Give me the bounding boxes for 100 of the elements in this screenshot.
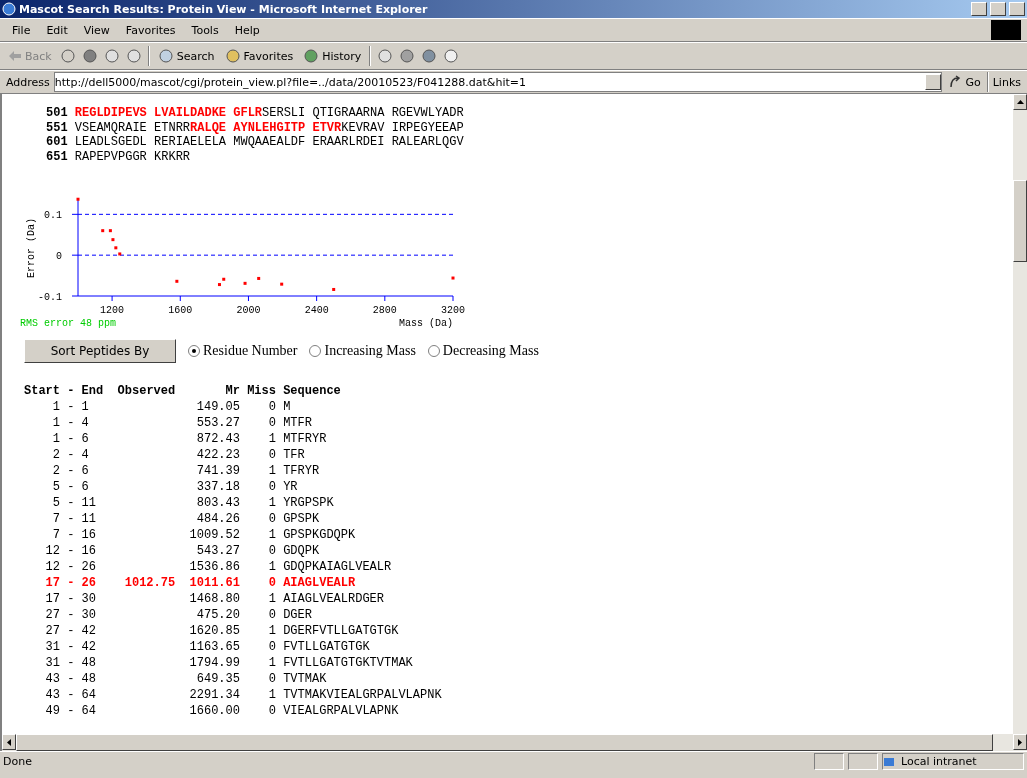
table-cell-text: GDQPK: [282, 543, 321, 559]
left-arrow-icon[interactable]: [7, 738, 11, 746]
menu-item[interactable]: Favorites: [119, 23, 182, 37]
data-point: [175, 279, 179, 283]
menu-item[interactable]: File: [6, 23, 37, 37]
table-cell-text: 1011.61: [188, 575, 240, 591]
table-cell-text: -: [66, 415, 76, 431]
data-point: [76, 197, 80, 201]
table-cell-text: -: [66, 527, 76, 543]
table-cell-text: 64: [81, 687, 97, 703]
table-cell-text: -: [66, 575, 76, 591]
tick-label: 0: [56, 251, 62, 263]
minimize-button[interactable]: [971, 2, 987, 16]
table-cell-text: 5: [51, 495, 60, 511]
table-cell-text: VIEALGRPALVLAPNK: [282, 703, 400, 719]
table-cell-text: 543.27: [195, 543, 240, 559]
data-point: [243, 281, 247, 285]
table-cell-text: YR: [282, 479, 299, 495]
data-point: [108, 229, 112, 233]
column-header: Mr: [224, 383, 240, 399]
restore-button[interactable]: [990, 2, 1006, 16]
address-field[interactable]: http://dell5000/mascot/cgi/protein_view.pl?file=../data/20010523/F041288.dat&hit=1: [53, 72, 943, 92]
search-button[interactable]: Search: [155, 47, 217, 65]
favorites-button[interactable]: Favorites: [222, 47, 296, 65]
radio-button[interactable]: [188, 345, 200, 357]
table-cell-text: -: [66, 655, 76, 671]
data-point: [222, 277, 226, 281]
table-cell-text: 0: [267, 639, 276, 655]
table-cell-text: 149.05: [195, 399, 240, 415]
table-cell-text: 43: [44, 687, 60, 703]
table-cell-text: 30: [81, 591, 97, 607]
radio-label[interactable]: Residue Number: [203, 343, 298, 359]
table-cell-text: -: [66, 703, 76, 719]
sort-button[interactable]: Sort Peptides By: [24, 339, 176, 363]
table-cell-text: 48: [81, 655, 97, 671]
table-cell-text: 7: [51, 527, 60, 543]
up-arrow-icon[interactable]: [1016, 100, 1024, 104]
table-cell-text: 16: [81, 543, 97, 559]
tick-label: -0.1: [38, 292, 62, 303]
table-cell-text: GPSPK: [282, 511, 321, 527]
table-cell-text: 649.35: [195, 671, 240, 687]
table-cell-text: 1: [267, 431, 276, 447]
vertical-scrollbar[interactable]: [1013, 94, 1027, 734]
radio-button[interactable]: [309, 345, 322, 357]
table-cell-text: 26: [81, 559, 97, 575]
table-cell-text: 17: [44, 591, 60, 607]
right-arrow-icon[interactable]: [1018, 738, 1022, 746]
table-cell-text: 1: [267, 559, 276, 575]
table-cell-text: 27: [44, 607, 60, 623]
data-point: [111, 238, 115, 242]
column-header: -: [66, 383, 76, 399]
tick-label: 1600: [168, 305, 193, 316]
table-cell-text: 0: [267, 575, 276, 591]
links-button[interactable]: Links: [992, 75, 1021, 89]
table-cell-text: 1: [51, 415, 60, 431]
scroll-thumb[interactable]: [1013, 180, 1027, 262]
table-cell-text: 12: [44, 559, 60, 575]
table-cell-text: AIAGLVEALR: [282, 575, 357, 591]
table-cell-text: 42: [81, 639, 97, 655]
table-cell-text: 17: [44, 575, 60, 591]
rms-error: RMS error 48 ppm: [20, 318, 116, 329]
table-cell-text: 42: [81, 623, 97, 639]
menu-item[interactable]: Help: [228, 23, 266, 37]
menu-item[interactable]: Tools: [185, 23, 225, 37]
column-header: Sequence: [282, 383, 342, 399]
table-cell-text: -: [66, 447, 76, 463]
window-title: Mascot Search Results: Protein View - Microsoft Internet Explorer: [19, 2, 429, 16]
go-button[interactable]: Go: [946, 74, 983, 90]
table-cell-text: 7: [51, 511, 60, 527]
table-cell-text: 6: [81, 431, 90, 447]
menu-item[interactable]: View: [77, 23, 116, 37]
table-cell-text: TVTMAKVIEALGRPALVLAPNK: [282, 687, 443, 703]
table-cell-text: 1: [267, 623, 276, 639]
data-point: [114, 246, 118, 250]
history-button[interactable]: History: [301, 47, 364, 65]
radio-label[interactable]: Decreasing Mass: [442, 343, 539, 359]
table-cell-text: -: [66, 623, 76, 639]
radio-label[interactable]: Increasing Mass: [324, 343, 416, 359]
table-cell-text: 30: [81, 607, 97, 623]
table-cell-text: 741.39: [195, 463, 240, 479]
tick-label: 2800: [372, 305, 397, 316]
radio-button[interactable]: [427, 345, 440, 357]
table-cell-text: -: [66, 591, 76, 607]
table-cell-text: -: [66, 431, 76, 447]
tick-label: 0.1: [44, 210, 62, 222]
browser-icon: [2, 2, 16, 16]
table-cell-text: 0: [267, 447, 276, 463]
close-button[interactable]: [1009, 2, 1025, 16]
table-cell-text: YRGPSPK: [282, 495, 335, 511]
table-cell-text: 12: [44, 543, 60, 559]
table-cell-text: 27: [44, 623, 60, 639]
column-header: Observed: [116, 383, 176, 399]
table-cell-text: 0: [267, 479, 276, 495]
table-cell-text: 1012.75: [123, 575, 176, 591]
table-cell-text: 0: [267, 703, 276, 719]
menu-item[interactable]: Edit: [40, 23, 74, 37]
column-header: Miss: [246, 383, 276, 399]
table-cell-text: -: [66, 559, 76, 575]
table-cell-text: 0: [267, 543, 276, 559]
table-cell-text: 475.20: [195, 607, 240, 623]
